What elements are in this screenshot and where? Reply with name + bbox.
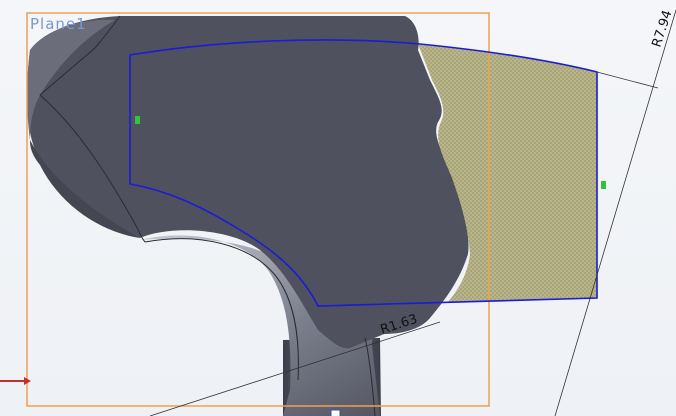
sketch-handle-right[interactable] xyxy=(601,181,606,189)
hammer-head-body[interactable] xyxy=(26,16,469,349)
graphics-viewport[interactable]: R7.94 R1.63 Plane1 xyxy=(0,0,676,416)
dimension-radius-large[interactable]: R7.94 xyxy=(650,8,676,49)
sketch-handle-left[interactable] xyxy=(135,116,140,124)
model-canvas[interactable]: R7.94 R1.63 xyxy=(0,0,676,416)
plane-label[interactable]: Plane1 xyxy=(30,15,87,33)
origin-marker-icon[interactable] xyxy=(330,409,341,416)
dimension-leader-large xyxy=(596,71,659,89)
